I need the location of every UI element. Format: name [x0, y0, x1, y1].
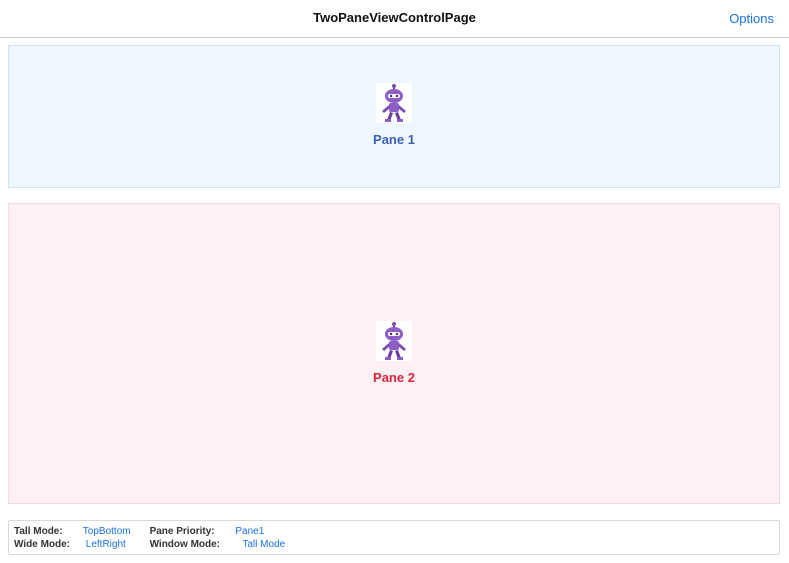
- window-mode-label: Window Mode:: [149, 539, 221, 550]
- tall-mode-value[interactable]: TopBottom: [83, 526, 147, 537]
- pane-2: Pane 2: [8, 203, 780, 504]
- status-panel: Tall Mode: TopBottom Pane Priority: Pane…: [8, 520, 780, 555]
- navigation-bar: TwoPaneViewControlPage Options: [0, 0, 789, 38]
- tall-mode-label: Tall Mode:: [14, 526, 63, 537]
- options-button[interactable]: Options: [729, 11, 774, 26]
- pane-priority-value[interactable]: Pane1: [235, 526, 264, 537]
- app-window: TwoPaneViewControlPage Options Pane 1 Pa…: [0, 0, 789, 563]
- robot-mascot-icon: [376, 83, 412, 123]
- status-row: Tall Mode: TopBottom Pane Priority: Pane…: [14, 526, 264, 537]
- pane-1: Pane 1: [8, 45, 780, 188]
- robot-mascot-icon: [376, 321, 412, 361]
- status-row: Wide Mode: LeftRight Window Mode: Tall M…: [14, 539, 285, 550]
- pane-2-content: Pane 2: [9, 321, 779, 385]
- pane-1-content: Pane 1: [9, 83, 779, 147]
- wide-mode-value[interactable]: LeftRight: [86, 539, 147, 550]
- pane-1-label: Pane 1: [373, 132, 415, 147]
- pane-priority-label: Pane Priority:: [149, 526, 215, 537]
- pane-2-label: Pane 2: [373, 370, 415, 385]
- page-title: TwoPaneViewControlPage: [313, 10, 476, 25]
- wide-mode-label: Wide Mode:: [14, 539, 71, 550]
- window-mode-value[interactable]: Tall Mode: [242, 539, 285, 550]
